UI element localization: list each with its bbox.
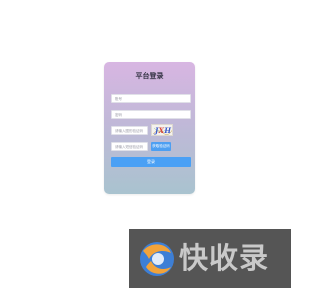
password-input[interactable]: 密码 [111, 110, 191, 119]
page: 平台登录 账号 密码 请输入图形验证码 JXH 请输入短信验证码 获取验证码 登… [0, 0, 300, 300]
get-sms-code-button[interactable]: 获取验证码 [151, 142, 171, 151]
login-card: 平台登录 账号 密码 请输入图形验证码 JXH 请输入短信验证码 获取验证码 登… [104, 62, 195, 194]
captcha-text: JXH [155, 126, 171, 135]
captcha-image[interactable]: JXH [151, 124, 173, 136]
login-title: 平台登录 [135, 72, 164, 80]
watermark-text: 快收录 [179, 241, 270, 275]
watermark: 快收录 [129, 229, 291, 288]
sms-code-input[interactable]: 请输入短信验证码 [111, 142, 148, 151]
account-input[interactable]: 账号 [111, 94, 191, 103]
login-button[interactable]: 登录 [111, 157, 191, 167]
captcha-input[interactable]: 请输入图形验证码 [111, 126, 148, 135]
captcha-char-3: H [164, 126, 172, 135]
watermark-logo-icon [140, 242, 174, 276]
